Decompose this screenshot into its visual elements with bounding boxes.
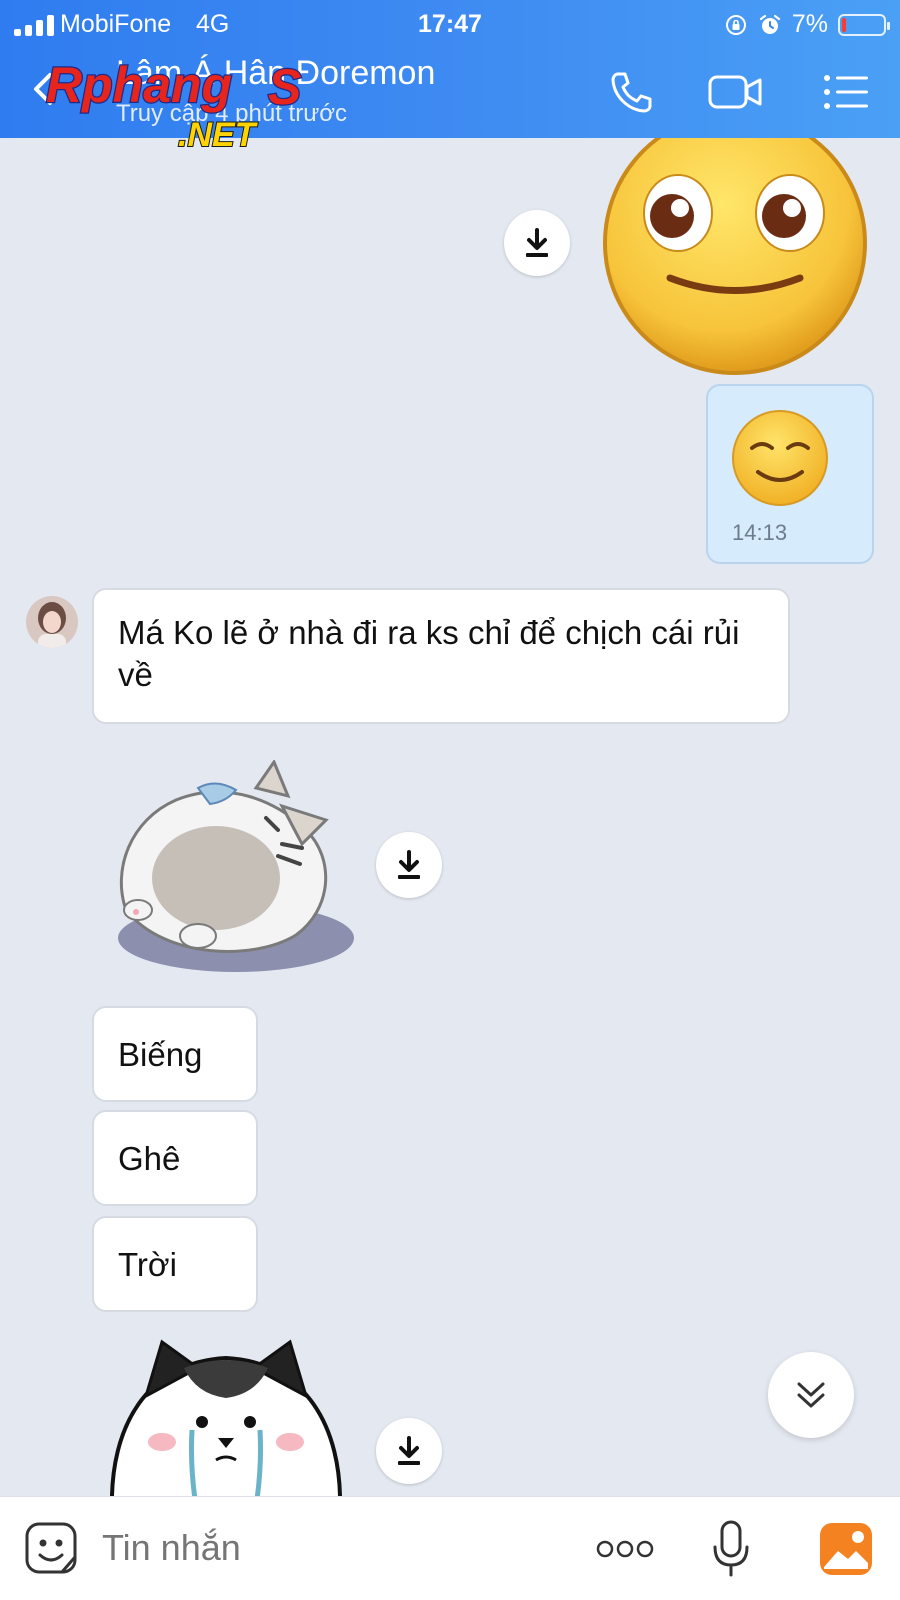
status-bar: MobiFone 4G 17:47 7% — [0, 6, 900, 42]
message-text: Trời — [118, 1246, 177, 1283]
watermark-logo: Rphang S .NET — [45, 56, 303, 155]
microphone-button[interactable] — [706, 1517, 756, 1581]
smiley-sticker[interactable] — [600, 138, 870, 378]
download-button[interactable] — [376, 832, 442, 898]
watermark-main-text: Rphang — [46, 57, 232, 113]
watermark-s-text: S — [268, 59, 301, 115]
download-button[interactable] — [504, 210, 570, 276]
incoming-message-bubble[interactable]: Ghê — [92, 1110, 258, 1206]
battery-icon — [838, 13, 890, 36]
outgoing-emoji-bubble[interactable]: 14:13 — [706, 384, 874, 564]
smiling-emoji — [732, 410, 828, 506]
message-input-bar — [0, 1496, 900, 1600]
rotation-lock-icon — [724, 13, 748, 37]
download-button[interactable] — [376, 1418, 442, 1484]
incoming-message-bubble[interactable]: Biếng — [92, 1006, 258, 1102]
contact-avatar[interactable] — [26, 596, 78, 648]
more-options-button[interactable] — [590, 1531, 660, 1567]
message-list[interactable]: 14:13 Má Ko lẽ ở nhà đi ra ks chỉ để chị… — [0, 138, 900, 1496]
incoming-message-bubble[interactable]: Má Ko lẽ ở nhà đi ra ks chỉ để chịch cái… — [92, 588, 790, 724]
incoming-message-bubble[interactable]: Trời — [92, 1216, 258, 1312]
menu-button[interactable] — [816, 64, 876, 120]
alarm-icon — [758, 13, 782, 37]
video-call-button[interactable] — [704, 64, 768, 120]
sticker-button[interactable] — [24, 1521, 78, 1575]
call-button[interactable] — [604, 64, 660, 120]
message-input[interactable] — [102, 1527, 562, 1569]
gallery-button[interactable] — [818, 1521, 874, 1577]
message-time: 14:13 — [732, 520, 788, 545]
scroll-to-bottom-button[interactable] — [768, 1352, 854, 1438]
watermark-sub-text: .NET — [178, 116, 259, 154]
dog-sticker[interactable] — [106, 1338, 346, 1496]
battery-percent: 7% — [791, 10, 828, 38]
message-text: Má Ko lẽ ở nhà đi ra ks chỉ để chịch cái… — [118, 614, 740, 693]
chat-header: MobiFone 4G 17:47 7% Lâm Á Hân Đoremon T… — [0, 0, 900, 155]
message-text: Ghê — [118, 1140, 181, 1177]
message-text: Biếng — [118, 1036, 203, 1073]
cat-sticker[interactable] — [106, 760, 356, 978]
